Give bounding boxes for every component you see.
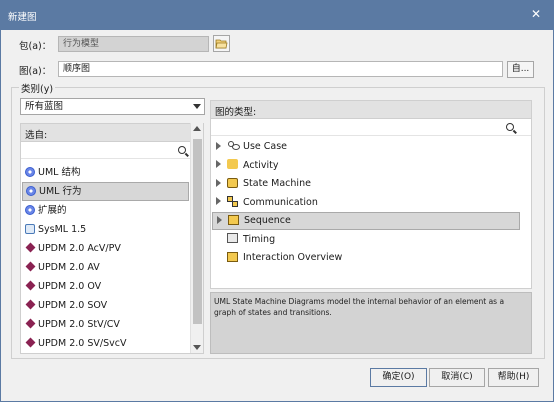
- perspective-list-item-label: UML 行为: [39, 186, 82, 197]
- communication-icon: [227, 196, 238, 207]
- diagram-name-input[interactable]: 顺序图: [58, 61, 503, 77]
- perspective-list-item-label: UPDM 2.0 AV: [38, 262, 100, 273]
- diagram-label: 图(a)：: [19, 66, 52, 77]
- search-icon[interactable]: [178, 146, 186, 154]
- scroll-thumb[interactable]: [193, 139, 202, 324]
- perspective-list-item[interactable]: 扩展的: [22, 201, 189, 220]
- left-panel-header: 选自:: [21, 124, 203, 142]
- perspective-list-panel: 选自: UML 结构 UML 行为 扩展的 SysML 1.5 UPDM 2.0 AcV…: [20, 123, 204, 354]
- title-bar[interactable]: 新建图 ✕: [1, 1, 553, 30]
- expand-arrow-icon[interactable]: [216, 160, 221, 168]
- updm-diamond-icon: [25, 299, 36, 310]
- diagram-type-label: Sequence: [244, 215, 291, 226]
- diagram-type-item[interactable]: State Machine: [212, 175, 520, 193]
- right-search-bar[interactable]: [211, 120, 531, 136]
- updm-diamond-icon: [25, 318, 36, 329]
- perspective-list-item[interactable]: UPDM 2.0 AcV/PV: [22, 239, 189, 258]
- perspective-list-item[interactable]: UPDM 2.0 SOV: [22, 296, 189, 315]
- scroll-down-icon[interactable]: [193, 345, 201, 350]
- diagram-type-label: Communication: [243, 196, 318, 208]
- perspective-list-item-label: UPDM 2.0 SOV: [38, 300, 108, 311]
- perspective-list-item-label: 扩展的: [38, 205, 67, 216]
- folder-icon: [215, 39, 228, 49]
- diagram-type-label: Timing: [243, 233, 276, 245]
- category-label: 类别(y): [19, 81, 56, 95]
- perspective-list-item-label: UPDM 2.0 SV/SvcV: [38, 338, 127, 349]
- use-case-icon: [227, 140, 240, 151]
- perspective-list-item-label: UML 结构: [38, 167, 81, 178]
- diagram-type-item[interactable]: Interaction Overview: [212, 249, 520, 267]
- updm-diamond-icon: [25, 242, 36, 253]
- expand-arrow-icon[interactable]: [217, 215, 222, 224]
- window-title: 新建图: [8, 12, 37, 23]
- sysml-icon: [25, 223, 35, 234]
- new-diagram-dialog: 新建图 ✕ 包(a)： 行为模型 图(a)： 顺序图 自... 类别(y) 所有…: [0, 0, 554, 402]
- open-folder-button[interactable]: [213, 35, 230, 52]
- browse-button[interactable]: 自...: [507, 61, 534, 78]
- diagram-type-label: Use Case: [243, 141, 288, 152]
- perspective-list-item[interactable]: SysML 1.5: [22, 220, 189, 239]
- expand-arrow-icon[interactable]: [216, 178, 221, 187]
- help-button[interactable]: 帮助(H): [488, 368, 539, 387]
- uml-globe-icon: [25, 204, 35, 215]
- diagram-type-label: State Machine: [243, 178, 311, 189]
- diagram-type-item[interactable]: Communication: [212, 194, 520, 212]
- diagram-type-item[interactable]: Timing: [212, 231, 520, 249]
- uml-globe-icon: [26, 185, 36, 196]
- perspective-list-item[interactable]: UPDM 2.0 AV: [22, 258, 189, 277]
- perspective-list-item[interactable]: UPDM 2.0 OV: [22, 277, 189, 296]
- cancel-button[interactable]: 取消(C): [429, 368, 485, 387]
- expand-arrow-icon[interactable]: [216, 141, 221, 150]
- category-dropdown[interactable]: 所有蓝图: [20, 98, 205, 115]
- updm-diamond-icon: [25, 280, 36, 291]
- diagram-description: UML State Machine Diagrams model the int…: [210, 292, 532, 354]
- diagram-type-item[interactable]: Use Case: [212, 138, 520, 156]
- activity-icon: [227, 159, 238, 169]
- perspective-list-item-label: UPDM 2.0 OV: [38, 281, 102, 292]
- perspective-list-item-label: UPDM 2.0 StV/CV: [38, 319, 120, 330]
- chevron-down-icon: [193, 104, 201, 109]
- updm-diamond-icon: [25, 261, 36, 272]
- perspective-list-item-label: UPDM 2.0 AcV/PV: [38, 243, 121, 254]
- scroll-up-icon[interactable]: [193, 126, 201, 131]
- diagram-type-item[interactable]: Sequence: [212, 212, 520, 230]
- diagram-type-label: Activity: [243, 159, 279, 171]
- package-label: 包(a)：: [19, 41, 52, 52]
- left-search-bar[interactable]: [21, 143, 190, 159]
- perspective-list-item[interactable]: UML 行为: [22, 182, 189, 201]
- diagram-type-panel: 图的类型: Use Case Activity State Machine Commu…: [210, 100, 532, 289]
- search-icon[interactable]: [506, 123, 514, 131]
- expand-arrow-icon[interactable]: [216, 197, 221, 205]
- close-icon[interactable]: ✕: [527, 5, 545, 23]
- left-scrollbar[interactable]: [190, 123, 203, 353]
- sequence-icon: [228, 214, 239, 225]
- right-panel-header: 图的类型:: [211, 101, 531, 119]
- perspective-list-item-label: SysML 1.5: [38, 224, 87, 235]
- diagram-type-item[interactable]: Activity: [212, 157, 520, 175]
- updm-diamond-icon: [25, 337, 36, 348]
- timing-icon: [227, 233, 238, 243]
- interaction-overview-icon: [227, 251, 238, 262]
- diagram-type-label: Interaction Overview: [243, 252, 343, 263]
- perspective-list-item[interactable]: UPDM 2.0 SV/SvcV: [22, 334, 189, 353]
- perspective-list-item[interactable]: UML 结构: [22, 163, 189, 182]
- category-selected-value: 所有蓝图: [25, 101, 64, 112]
- perspective-list-item[interactable]: UPDM 2.0 StV/CV: [22, 315, 189, 334]
- uml-globe-icon: [25, 166, 35, 177]
- package-field: 行为模型: [58, 36, 209, 52]
- state-machine-icon: [227, 177, 238, 188]
- ok-button[interactable]: 确定(O): [370, 368, 427, 387]
